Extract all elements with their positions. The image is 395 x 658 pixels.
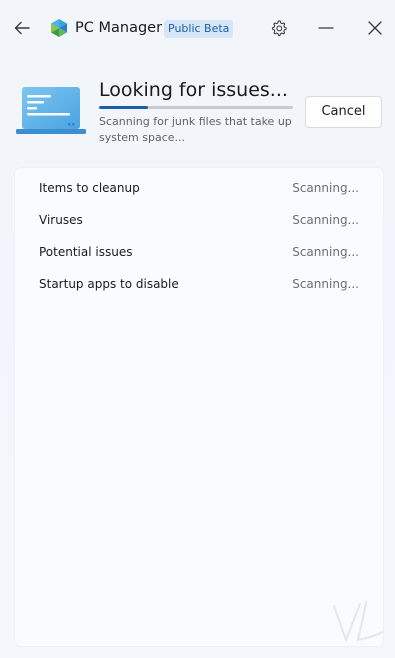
- result-status: Scanning...: [292, 181, 359, 195]
- result-label: Viruses: [39, 213, 83, 227]
- settings-button[interactable]: [268, 17, 290, 39]
- result-row-startup-apps: Startup apps to disable Scanning...: [15, 268, 383, 300]
- scan-progress-fill: [99, 106, 148, 109]
- result-label: Startup apps to disable: [39, 277, 179, 291]
- gear-icon: [271, 20, 287, 37]
- scan-subtitle: Scanning for junk files that take up sys…: [99, 115, 292, 144]
- watermark-logo: [333, 601, 383, 642]
- minimize-icon: [318, 27, 334, 29]
- scan-progress-bar: [99, 106, 293, 109]
- laptop-scan-icon: [16, 87, 86, 134]
- pc-manager-window: PC Manager Public Beta Looking for issue…: [0, 0, 395, 658]
- close-icon: [368, 21, 382, 35]
- back-arrow-icon: [14, 21, 30, 35]
- app-title: PC Manager: [75, 20, 163, 36]
- result-label: Items to cleanup: [39, 181, 140, 195]
- back-button[interactable]: [10, 16, 34, 40]
- close-button[interactable]: [363, 17, 387, 39]
- result-label: Potential issues: [39, 245, 133, 259]
- scan-results-card: Items to cleanup Scanning... Viruses Sca…: [15, 168, 383, 646]
- title-bar: PC Manager Public Beta: [0, 0, 395, 56]
- public-beta-badge: Public Beta: [164, 20, 234, 38]
- result-status: Scanning...: [292, 245, 359, 259]
- pc-manager-logo-icon: [51, 19, 67, 37]
- result-row-potential-issues: Potential issues Scanning...: [15, 236, 383, 268]
- scan-title: Looking for issues...: [99, 79, 288, 101]
- result-row-viruses: Viruses Scanning...: [15, 204, 383, 236]
- cancel-button[interactable]: Cancel: [305, 96, 382, 128]
- minimize-button[interactable]: [314, 17, 338, 39]
- result-status: Scanning...: [292, 213, 359, 227]
- result-status: Scanning...: [292, 277, 359, 291]
- result-row-cleanup: Items to cleanup Scanning...: [15, 172, 383, 204]
